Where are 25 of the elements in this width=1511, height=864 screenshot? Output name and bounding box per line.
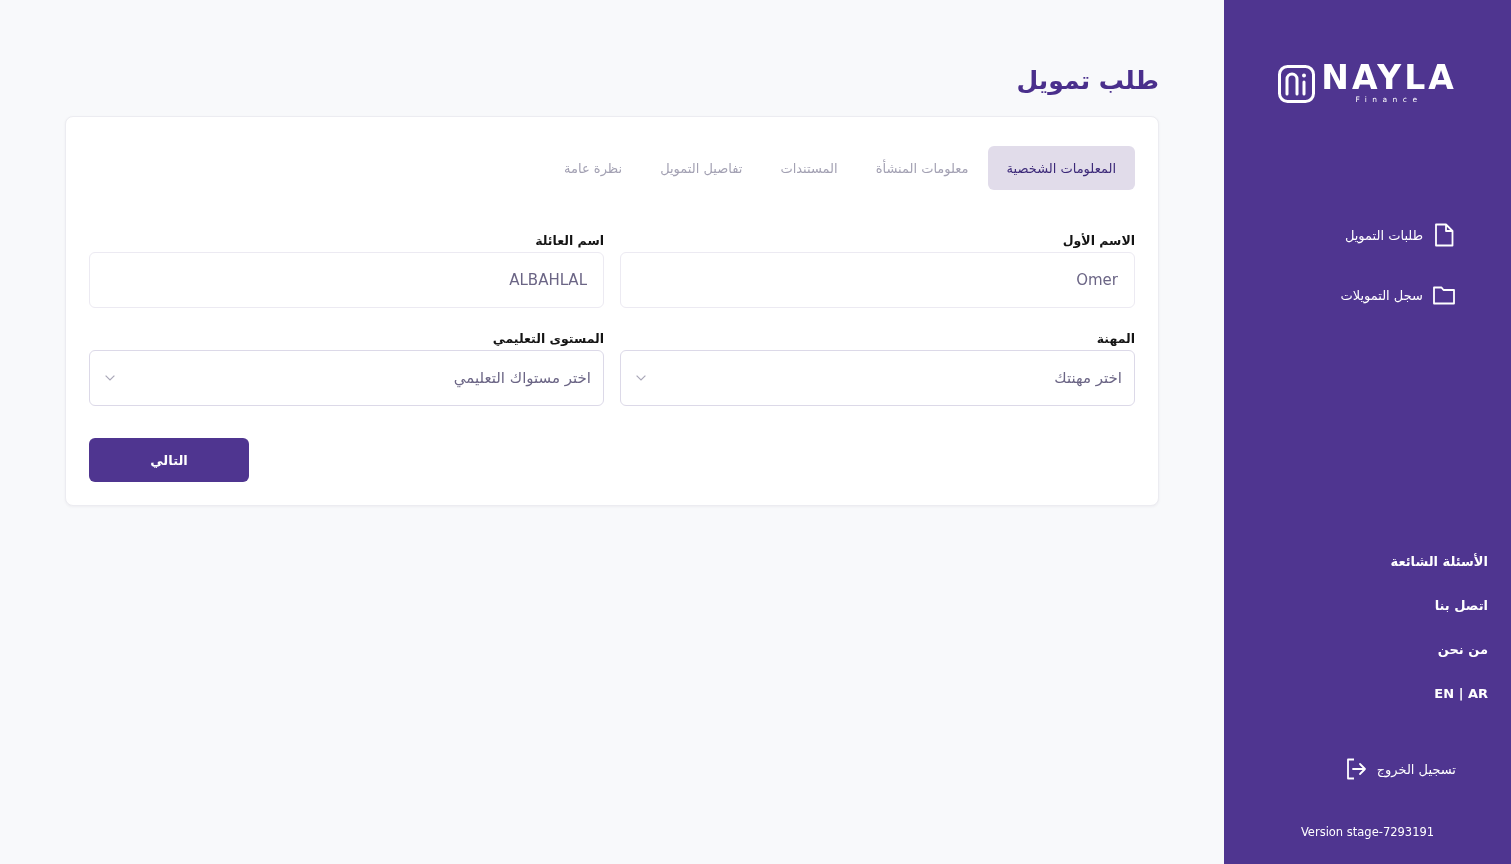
next-button[interactable]: التالي [89, 438, 249, 482]
field-label: اسم العائلة [535, 232, 604, 250]
tab[interactable]: المعلومات الشخصية [987, 146, 1135, 190]
logo-icon [1278, 64, 1316, 103]
page-title: طلب تمويل [1016, 65, 1159, 97]
language-link[interactable]: EN | AR [1434, 684, 1488, 704]
chevron-down-icon [105, 375, 115, 381]
field-label: المهنة [1096, 330, 1135, 348]
dropdown-field[interactable]: اختر مهنتك [620, 350, 1135, 406]
document-icon [1433, 223, 1455, 247]
input-field[interactable]: ALBAHLAL [89, 252, 604, 308]
field-label: المستوى التعليمي [492, 330, 604, 348]
sidebar-item[interactable]: سجل التمويلات [1340, 282, 1455, 308]
sidebar-item[interactable]: طلبات التمويل [1344, 222, 1455, 248]
input-field[interactable]: Omer [620, 252, 1135, 308]
brand-name: NAYLA [1321, 62, 1457, 94]
sidebar-link[interactable]: من نحن [1437, 640, 1488, 660]
sidebar-link[interactable]: اتصل بنا [1434, 596, 1488, 616]
version-text: Version stage-7293191 [1300, 824, 1435, 840]
dropdown-field[interactable]: اختر مستواك التعليمي [89, 350, 604, 406]
field-label: الاسم الأول [1062, 232, 1135, 250]
logout-button[interactable]: تسجيل الخروج [1345, 758, 1456, 780]
sidebar-link[interactable]: الأسئلة الشائعة [1390, 552, 1488, 572]
chevron-down-icon [636, 375, 646, 381]
logout-icon [1345, 758, 1367, 780]
